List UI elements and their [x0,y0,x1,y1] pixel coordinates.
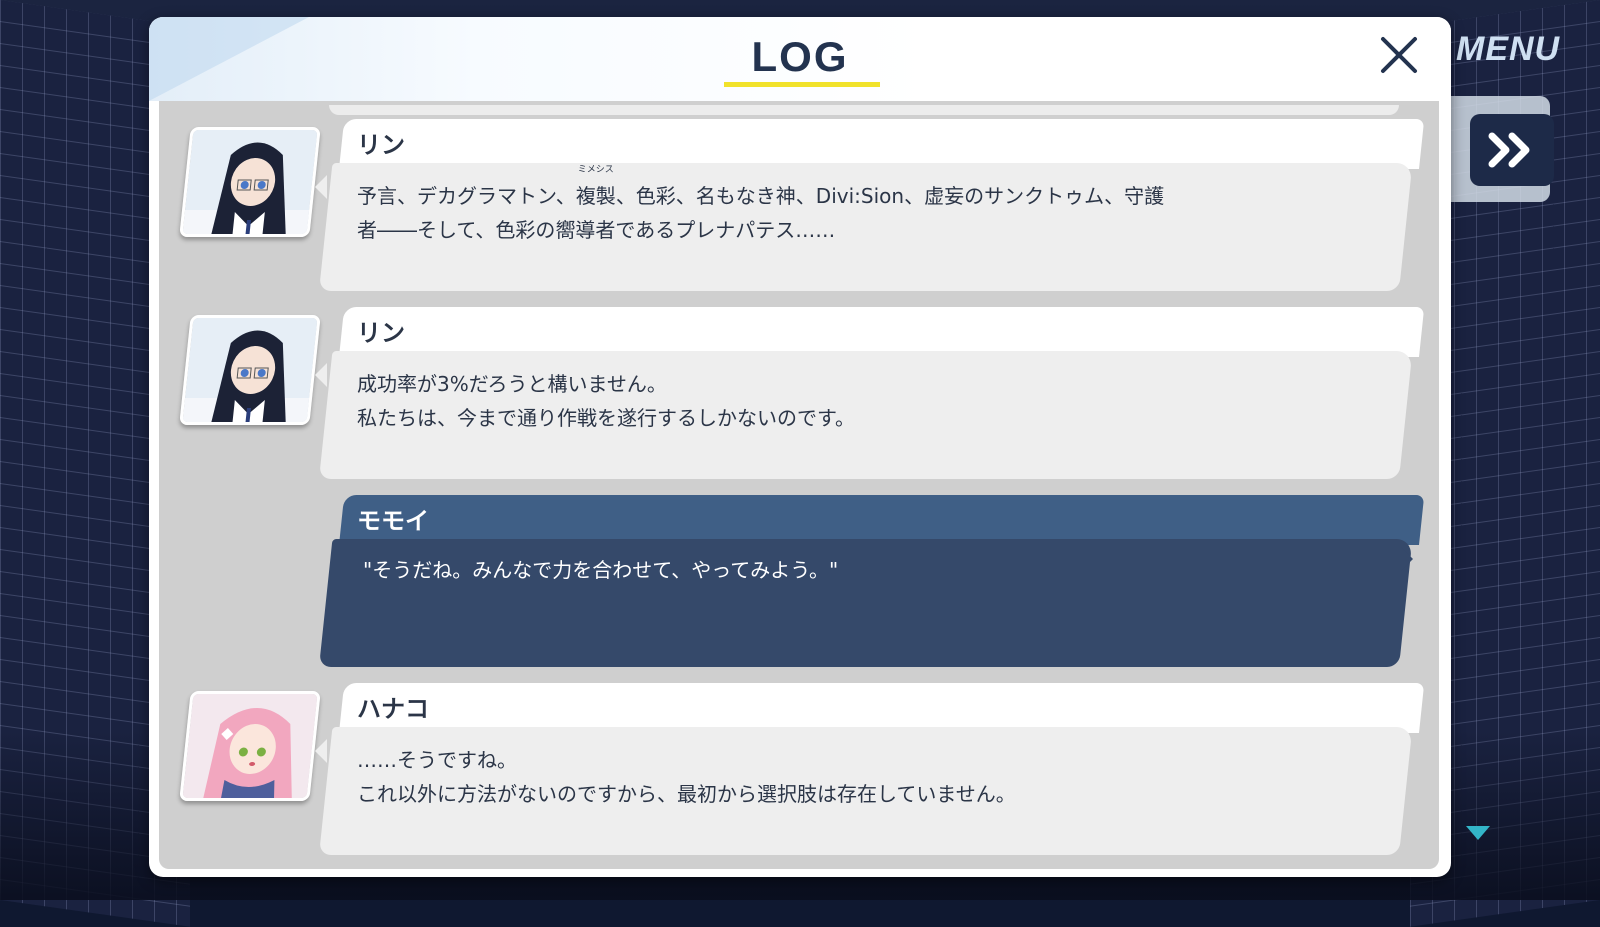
close-icon [1381,37,1417,73]
log-window: LOG リン 予言、デカグラマトン、 ミメシス 複製、色彩、名もなき神、Divi… [149,17,1451,877]
bubble-tail [315,175,327,199]
bubble-tail [315,363,327,387]
scroll-down-indicator-icon[interactable] [1466,826,1490,840]
title-underline [724,82,880,87]
log-entry: リン 予言、デカグラマトン、 ミメシス 複製、色彩、名もなき神、Divi:Sion、… [159,119,1439,294]
menu-button[interactable]: MENU [1456,30,1560,69]
speaker-name-bar [339,119,1425,169]
bubble-tail [315,739,327,763]
log-entry: リン 成功率が3%だろうと構いません。 私たちは、今まで通り作戦を遂行するしかな… [159,307,1439,482]
log-title: LOG [751,33,849,80]
avatar [179,127,321,237]
log-header: LOG [149,17,1451,101]
speaker-name: リン [357,319,405,347]
speaker-name: モモイ [357,507,429,535]
speaker-name-bar [339,683,1425,733]
rin-portrait-icon [181,318,321,425]
dialogue-text: ……そうですね。 これ以外に方法がないのですから、最初から選択肢は存在していませ… [357,748,1016,806]
close-button[interactable] [1371,27,1427,83]
rin-portrait-icon [181,130,321,237]
speaker-name-bar [339,307,1425,357]
fast-forward-icon [1488,132,1530,168]
bubble-tail [1401,547,1413,571]
dialogue-text: "そうだね。みんなで力を合わせて、やってみよう。" [363,558,839,582]
log-entry-player: モモイ "そうだね。みんなで力を合わせて、やってみよう。" [159,495,1439,670]
log-scroll-area[interactable]: リン 予言、デカグラマトン、 ミメシス 複製、色彩、名もなき神、Divi:Sion、… [159,101,1439,869]
log-entry: ハナコ ……そうですね。 これ以外に方法がないのですから、最初から選択肢は存在し… [159,683,1439,858]
speaker-name-bar [339,495,1425,545]
dialogue-text: 予言、デカグラマトン、 ミメシス 複製、色彩、名もなき神、Divi:Sion、虚妄の… [357,165,1165,242]
ruby-annotation: ミメシス 複製 [575,165,616,208]
avatar [179,315,321,425]
fast-forward-button[interactable] [1470,114,1554,186]
dialogue-text: 成功率が3%だろうと構いません。 私たちは、今まで通り作戦を遂行するしかないので… [357,372,855,430]
speaker-name: リン [357,131,405,159]
hanako-portrait-icon [181,694,321,801]
previous-entry-edge [329,105,1399,115]
avatar [179,691,321,801]
speaker-name: ハナコ [357,695,429,723]
